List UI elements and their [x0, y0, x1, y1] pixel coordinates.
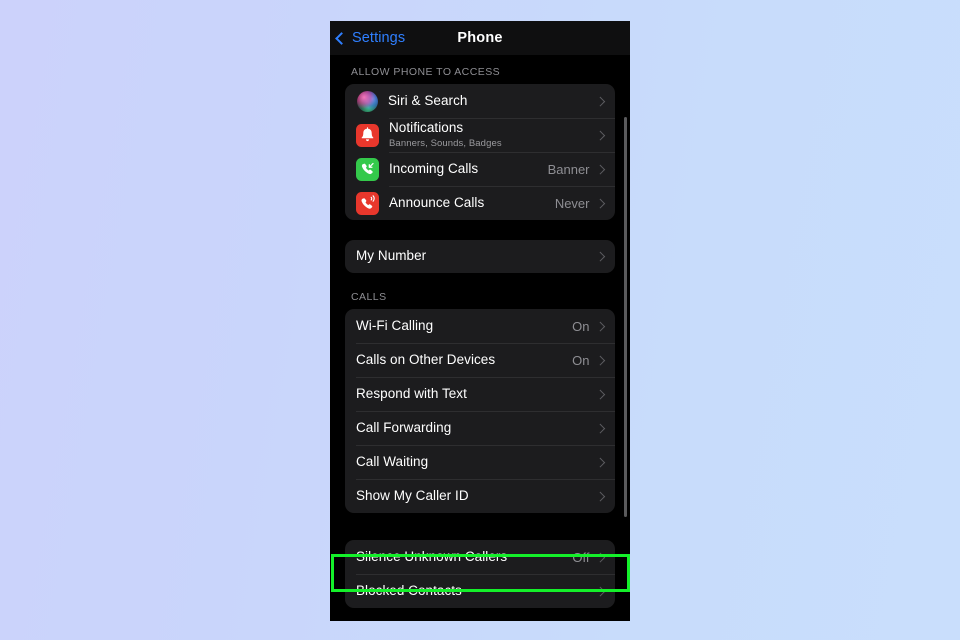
list-item-label: Calls on Other Devices [356, 351, 496, 367]
chevron-right-icon [595, 321, 605, 331]
list-item-label: Call Waiting [356, 453, 429, 469]
chevron-right-icon [595, 355, 605, 365]
navigation-bar: Settings Phone [330, 21, 630, 55]
announce-call-icon [356, 191, 379, 215]
list-item-call-forwarding[interactable]: Call Forwarding [345, 411, 615, 445]
scrollbar[interactable] [624, 117, 627, 517]
section-card-my-number: My Number [345, 240, 615, 273]
list-item-value: On [572, 352, 590, 368]
chevron-right-icon [595, 423, 605, 433]
chevron-right-icon [595, 198, 605, 208]
chevron-right-icon [595, 389, 605, 399]
list-item-calls-on-other-devices[interactable]: Calls on Other Devices On [345, 343, 615, 377]
list-item-respond-with-text[interactable]: Respond with Text [345, 377, 615, 411]
list-item-blocked-contacts[interactable]: Blocked Contacts [345, 574, 615, 608]
list-item-silence-unknown-callers[interactable]: Silence Unknown Callers Off [345, 540, 615, 574]
incoming-call-icon [356, 157, 379, 181]
chevron-right-icon [595, 586, 605, 596]
chevron-right-icon [595, 552, 605, 562]
siri-icon [357, 90, 378, 112]
chevron-right-icon [595, 251, 605, 262]
section-header-allow-phone-to-access: ALLOW PHONE TO ACCESS [351, 66, 501, 78]
list-item-label: Call Forwarding [356, 419, 452, 435]
phone-screen: Settings Phone ALLOW PHONE TO ACCESS Sir… [330, 21, 630, 621]
list-item-title: Notifications [389, 120, 464, 136]
list-item-label: Blocked Contacts [356, 582, 462, 598]
bell-icon [356, 123, 379, 147]
section-card-silence-blocked: Silence Unknown Callers Off Blocked Cont… [345, 540, 615, 608]
page-title: Phone [457, 30, 503, 46]
list-item-label: Incoming Calls [389, 160, 479, 176]
list-item-show-my-caller-id[interactable]: Show My Caller ID [345, 479, 615, 513]
list-item-wifi-calling[interactable]: Wi-Fi Calling On [345, 309, 615, 343]
list-item-label: Siri & Search [388, 92, 468, 108]
list-item-incoming-calls[interactable]: Incoming Calls Banner [345, 152, 615, 186]
list-item-label: Show My Caller ID [356, 487, 469, 503]
chevron-right-icon [595, 164, 605, 174]
section-card-allow-phone-to-access: Siri & Search Notifications Banners, Sou… [345, 84, 615, 220]
list-item-siri-and-search[interactable]: Siri & Search [345, 84, 615, 118]
list-item-value: Off [572, 549, 590, 565]
list-item-value: On [572, 318, 590, 334]
section-header-calls: CALLS [351, 291, 387, 303]
list-item-value: Banner [547, 161, 590, 177]
list-item-label: Silence Unknown Callers [356, 548, 508, 564]
chevron-right-icon [595, 130, 605, 140]
section-card-calls: Wi-Fi Calling On Calls on Other Devices … [345, 309, 615, 513]
list-item-call-waiting[interactable]: Call Waiting [345, 445, 615, 479]
list-item-subtitle: Banners, Sounds, Badges [389, 138, 502, 149]
settings-list[interactable]: ALLOW PHONE TO ACCESS Siri & Search Noti… [330, 55, 630, 621]
list-item-value: Never [554, 195, 590, 211]
list-item-label: Notifications Banners, Sounds, Badges [389, 120, 597, 150]
list-item-label: Respond with Text [356, 385, 467, 401]
chevron-right-icon [595, 96, 605, 106]
list-item-label: Wi-Fi Calling [356, 317, 434, 333]
scrollbar-thumb[interactable] [624, 117, 627, 517]
list-item-notifications[interactable]: Notifications Banners, Sounds, Badges [345, 118, 615, 152]
chevron-right-icon [595, 457, 605, 467]
list-item-my-number[interactable]: My Number [345, 240, 615, 273]
list-item-label: Announce Calls [389, 194, 485, 210]
list-item-announce-calls[interactable]: Announce Calls Never [345, 186, 615, 220]
list-item-label: My Number [356, 248, 427, 264]
chevron-right-icon [595, 491, 605, 501]
